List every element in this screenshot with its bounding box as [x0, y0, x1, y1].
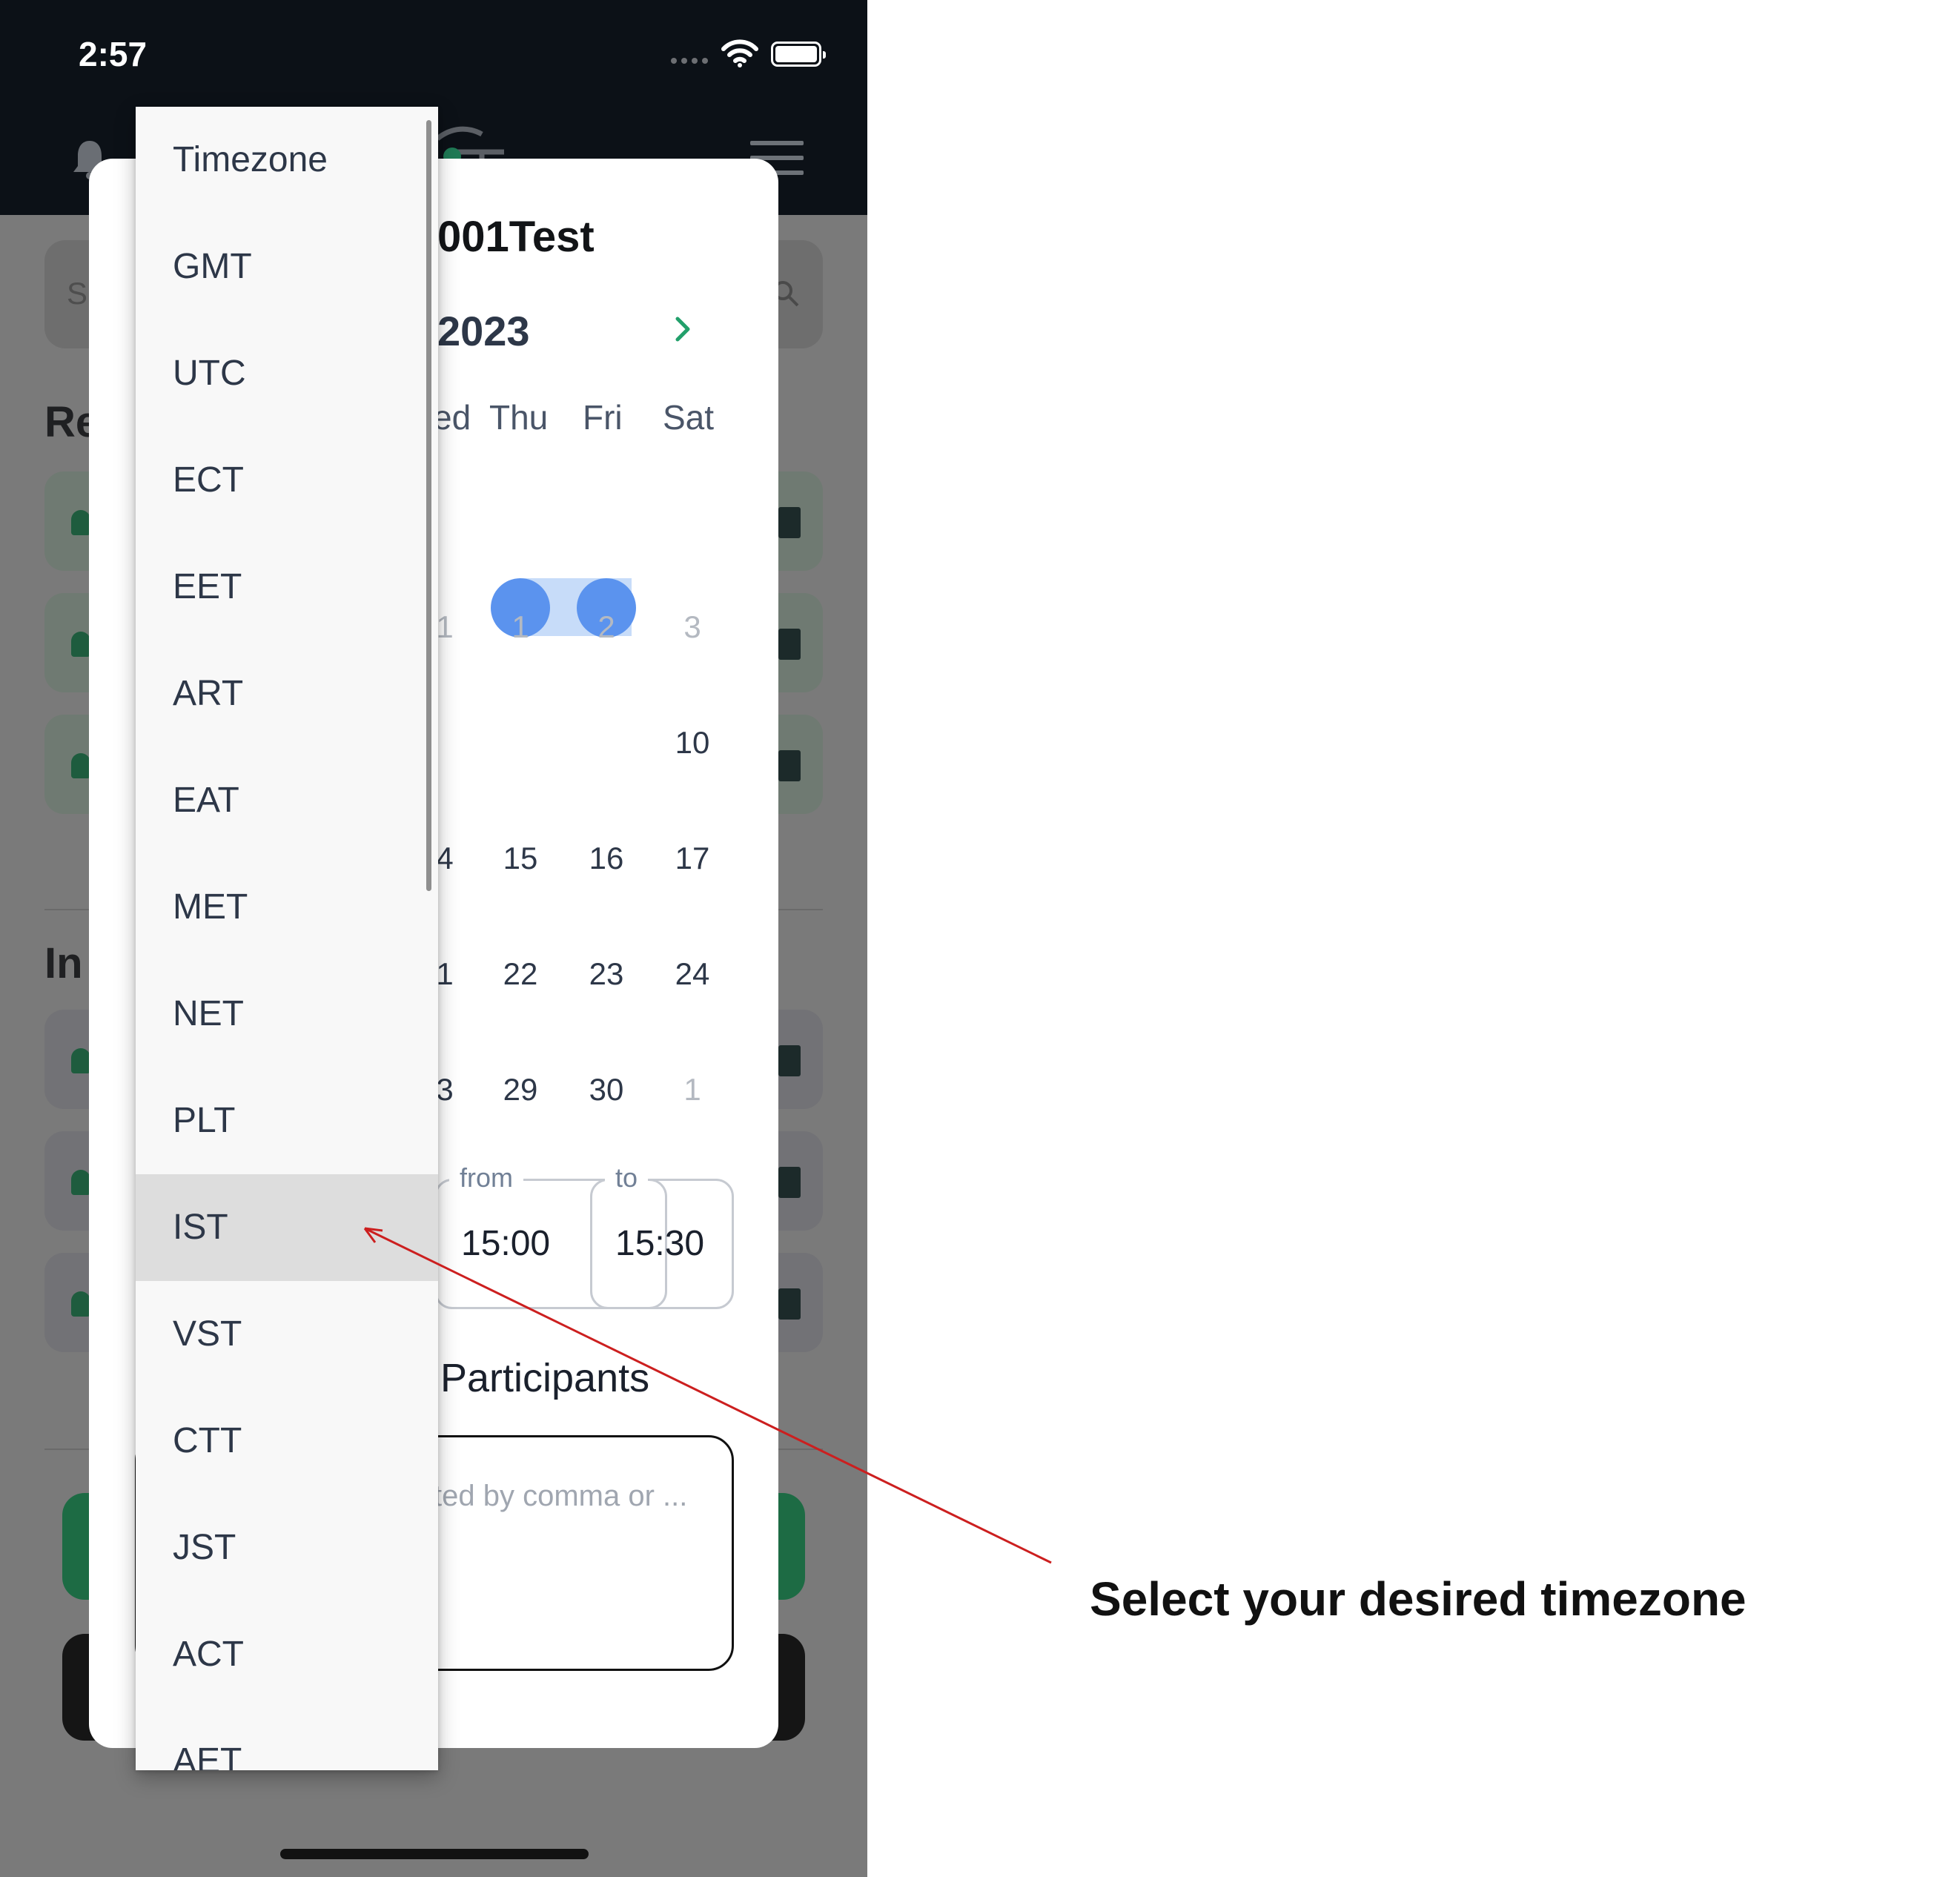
home-indicator: [280, 1849, 589, 1859]
user-icon: [71, 1170, 90, 1195]
user-icon: [71, 1291, 90, 1317]
user-icon: [71, 753, 90, 778]
timezone-dropdown[interactable]: Timezone GMT UTC ECT EET ART EAT MET NET PLT IST V…: [136, 107, 438, 1770]
trash-icon: [778, 507, 801, 538]
calendar-day[interactable]: 1: [491, 609, 550, 645]
timezone-option-met[interactable]: MET: [136, 854, 438, 961]
cellular-signal-icon: [671, 58, 709, 64]
timezone-option-ctt[interactable]: CTT: [136, 1388, 438, 1494]
calendar-day[interactable]: 24: [663, 956, 722, 992]
calendar-day[interactable]: 1: [663, 1072, 722, 1108]
timezone-option-ist[interactable]: IST: [136, 1174, 438, 1281]
calendar-month-label: 2023: [437, 308, 530, 354]
background-section-heading: In: [44, 939, 83, 987]
participants-placeholder: ted by comma or ...: [434, 1480, 688, 1512]
timezone-option-eet[interactable]: EET: [136, 534, 438, 640]
calendar-day[interactable]: 29: [491, 1072, 550, 1108]
calendar-day[interactable]: 17: [663, 841, 722, 876]
phone-screen: 2:57 S Re In 001Test 2023 ed Thu Fri Sat…: [0, 0, 867, 1877]
user-icon: [71, 510, 90, 535]
chevron-right-icon[interactable]: [667, 313, 700, 345]
weekday-label: ed: [433, 398, 471, 437]
calendar-day[interactable]: 2: [577, 609, 636, 645]
timezone-option-jst[interactable]: JST: [136, 1494, 438, 1601]
timezone-option-utc[interactable]: UTC: [136, 320, 438, 427]
calendar-day[interactable]: 10: [663, 725, 722, 761]
user-icon: [71, 1048, 90, 1073]
weekday-label: Thu: [489, 398, 549, 437]
timezone-option-act[interactable]: ACT: [136, 1601, 438, 1708]
trash-icon: [778, 1045, 801, 1076]
calendar-day[interactable]: 8: [491, 725, 550, 761]
timezone-option-ect[interactable]: ECT: [136, 427, 438, 534]
participants-label: Participants: [440, 1356, 650, 1400]
timezone-option-art[interactable]: ART: [136, 640, 438, 747]
weekday-label: Fri: [583, 398, 623, 437]
modal-title: 001Test: [437, 213, 595, 261]
timezone-option-net[interactable]: NET: [136, 961, 438, 1067]
calendar-day[interactable]: 9: [577, 725, 636, 761]
timezone-option-aet[interactable]: AET: [136, 1708, 438, 1770]
calendar-day[interactable]: 15: [491, 841, 550, 876]
trash-icon: [778, 750, 801, 781]
weekday-label: Sat: [663, 398, 715, 437]
timezone-option-gmt[interactable]: GMT: [136, 213, 438, 320]
annotation-text: Select your desired timezone: [1090, 1572, 1747, 1626]
calendar-day[interactable]: 30: [577, 1072, 636, 1108]
wifi-icon: [721, 39, 758, 67]
calendar-day[interactable]: 23: [577, 956, 636, 992]
time-from-value: 15:00: [461, 1224, 551, 1263]
calendar-day[interactable]: 3: [663, 609, 722, 645]
timezone-dropdown-header[interactable]: Timezone: [136, 107, 438, 213]
time-from-label: from: [449, 1162, 523, 1194]
timezone-option-eat[interactable]: EAT: [136, 747, 438, 854]
calendar-day[interactable]: 22: [491, 956, 550, 992]
trash-icon: [778, 1167, 801, 1198]
trash-icon: [778, 1288, 801, 1320]
calendar-day[interactable]: 16: [577, 841, 636, 876]
time-to-value: 15:30: [615, 1224, 705, 1263]
dropdown-scrollbar[interactable]: [426, 120, 431, 891]
user-icon: [71, 632, 90, 657]
time-to-label: to: [605, 1162, 649, 1194]
timezone-option-vst[interactable]: VST: [136, 1281, 438, 1388]
battery-icon: [771, 42, 826, 67]
status-time: 2:57: [79, 35, 148, 73]
background-search-placeholder: S: [67, 276, 88, 311]
timezone-option-plt[interactable]: PLT: [136, 1067, 438, 1174]
trash-icon: [778, 629, 801, 660]
